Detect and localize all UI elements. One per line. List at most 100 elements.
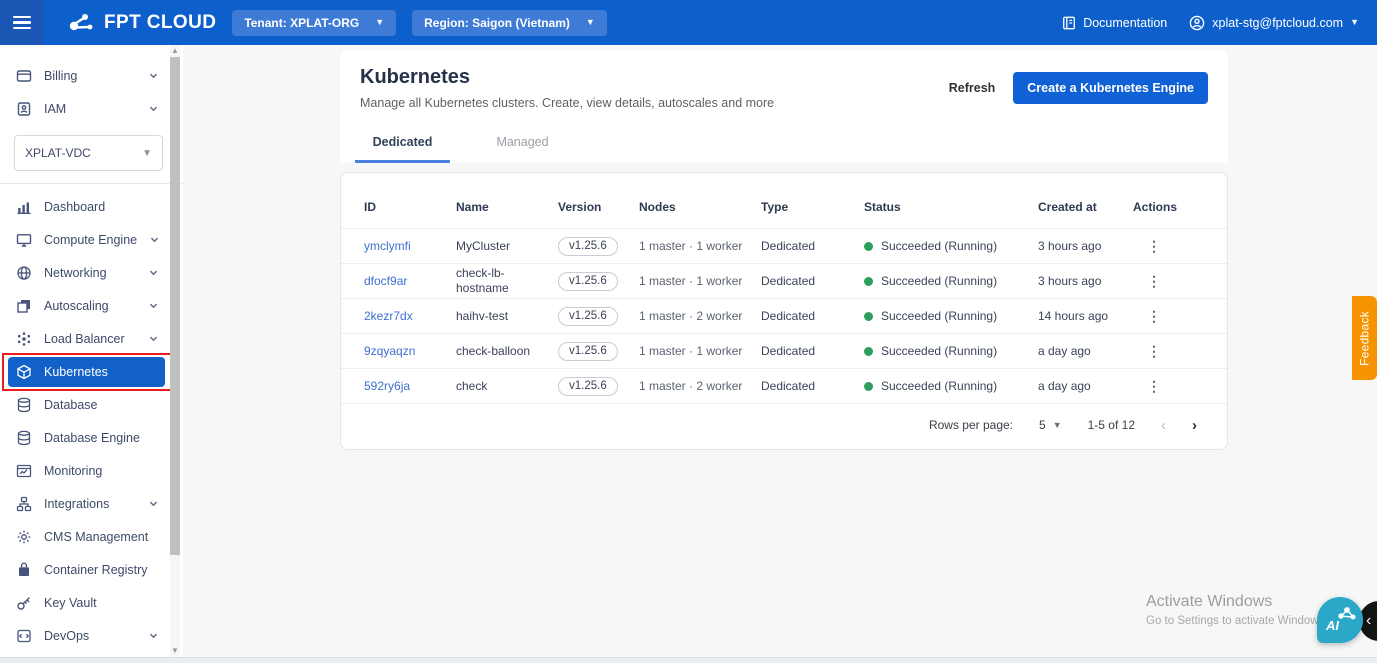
- gear-icon: [16, 529, 32, 545]
- scroll-up-icon[interactable]: ▲: [170, 46, 180, 56]
- sidebar-item-label: Networking: [44, 265, 107, 280]
- row-actions-menu-button[interactable]: ⋮: [1147, 344, 1161, 358]
- cluster-nodes: 1 master · 2 worker: [639, 379, 743, 393]
- next-page-button[interactable]: ›: [1192, 417, 1197, 434]
- sidebar-item-cms-management[interactable]: CMS Management: [8, 520, 165, 553]
- column-header-nodes: Nodes: [639, 199, 676, 214]
- sidebar-item-load-balancer[interactable]: Load Balancer: [8, 322, 165, 355]
- fpt-ai-chat-widget[interactable]: AI: [1317, 597, 1363, 643]
- region-selector[interactable]: Region: Saigon (Vietnam) ▼: [412, 9, 607, 36]
- previous-page-button[interactable]: ‹: [1161, 417, 1166, 434]
- status-dot-icon: [864, 276, 873, 286]
- top-header: FPT CLOUD Tenant: XPLAT-ORG ▼ Region: Sa…: [0, 0, 1377, 45]
- scroll-down-icon[interactable]: ▼: [170, 646, 180, 656]
- sidebar-item-label: Database: [44, 397, 98, 412]
- cluster-id-link[interactable]: dfocf9ar: [364, 274, 456, 288]
- user-menu[interactable]: xplat-stg@fptcloud.com ▼: [1189, 15, 1359, 31]
- sidebar-item-label: Database Engine: [44, 430, 140, 445]
- chevron-down-icon: ▼: [585, 17, 595, 27]
- status-badge: Succeeded (Running): [881, 309, 998, 323]
- created-at: a day ago: [1038, 379, 1091, 393]
- sidebar-item-monitoring[interactable]: Monitoring: [8, 454, 165, 487]
- chevron-down-icon: ▼: [1052, 420, 1062, 430]
- vdc-selector[interactable]: XPLAT-VDC ▼: [14, 135, 163, 171]
- sidebar-item-label: DevOps: [44, 628, 90, 643]
- sidebar-scrollbar[interactable]: ▲ ▼: [170, 45, 180, 657]
- feedback-tab[interactable]: Feedback: [1352, 296, 1377, 380]
- topbar-right: Documentation xplat-stg@fptcloud.com ▼: [1062, 15, 1359, 31]
- sidebar-item-key-vault[interactable]: Key Vault: [8, 586, 165, 619]
- cluster-id-link[interactable]: 9zqyaqzn: [364, 344, 456, 358]
- sidebar-item-label: Autoscaling: [44, 298, 109, 313]
- row-actions-menu-button[interactable]: ⋮: [1147, 309, 1161, 323]
- tab-managed[interactable]: Managed: [475, 135, 570, 163]
- cluster-type: Dedicated: [761, 309, 816, 323]
- sidebar-item-container-registry[interactable]: Container Registry: [8, 553, 165, 586]
- sidebar-item-dashboard[interactable]: Dashboard: [8, 190, 165, 223]
- menu-toggle-button[interactable]: [0, 0, 44, 45]
- cluster-id-link[interactable]: 2kezr7dx: [364, 309, 456, 323]
- sidebar-item-networking[interactable]: Networking: [8, 256, 165, 289]
- documentation-label: Documentation: [1083, 15, 1168, 30]
- refresh-button[interactable]: Refresh: [949, 81, 996, 95]
- column-header-actions: Actions: [1133, 199, 1178, 214]
- sidebar-item-devops[interactable]: DevOps: [8, 619, 165, 652]
- sidebar-item-label: CMS Management: [44, 529, 149, 544]
- chevron-down-icon: [148, 333, 159, 344]
- column-header-type: Type: [761, 199, 789, 214]
- sitemap-icon: [16, 496, 32, 512]
- node-cluster-icon: [16, 331, 32, 347]
- sidebar-item-autoscaling[interactable]: Autoscaling: [8, 289, 165, 322]
- version-badge: v1.25.6: [558, 236, 618, 256]
- created-at: 3 hours ago: [1038, 239, 1102, 253]
- fpt-cloud-logo: FPT CLOUD: [66, 10, 216, 36]
- rows-per-page-value: 5: [1039, 418, 1046, 432]
- activate-windows-line2: Go to Settings to activate Windows: [1146, 615, 1325, 627]
- sidebar-item-integrations[interactable]: Integrations: [8, 487, 165, 520]
- pagination: Rows per page: 5 ▼ 1-5 of 12 ‹ ›: [341, 404, 1227, 446]
- chevron-down-icon: ▼: [142, 147, 152, 159]
- monitoring-window-icon: [16, 463, 32, 479]
- chevron-left-icon: ‹: [1366, 612, 1372, 629]
- layers-icon: [16, 298, 32, 314]
- row-actions-menu-button[interactable]: ⋮: [1147, 274, 1161, 288]
- horizontal-scrollbar[interactable]: [0, 657, 1377, 663]
- sidebar-item-iam[interactable]: IAM: [8, 92, 165, 125]
- scrollbar-thumb[interactable]: [170, 57, 180, 555]
- sidebar-item-database-engine[interactable]: Database Engine: [8, 421, 165, 454]
- tab-dedicated[interactable]: Dedicated: [355, 135, 450, 163]
- row-actions-menu-button[interactable]: ⋮: [1147, 239, 1161, 253]
- status-badge: Succeeded (Running): [881, 379, 998, 393]
- cluster-type: Dedicated: [761, 274, 816, 288]
- create-kubernetes-engine-button[interactable]: Create a Kubernetes Engine: [1013, 72, 1208, 104]
- cluster-id-link[interactable]: 592ry6ja: [364, 379, 456, 393]
- sidebar-item-compute-engine[interactable]: Compute Engine: [8, 223, 165, 256]
- table-row: 2kezr7dx haihv-test v1.25.6 1 master · 2…: [341, 299, 1227, 334]
- region-label: Region: Saigon (Vietnam): [424, 15, 570, 30]
- chevron-down-icon: [148, 70, 159, 81]
- chevron-down-icon: [148, 630, 159, 641]
- tenant-selector[interactable]: Tenant: XPLAT-ORG ▼: [232, 9, 397, 36]
- rows-per-page-select[interactable]: 5 ▼: [1039, 418, 1062, 432]
- row-actions-menu-button[interactable]: ⋮: [1147, 379, 1161, 393]
- version-badge: v1.25.6: [558, 376, 618, 396]
- status-badge: Succeeded (Running): [881, 274, 998, 288]
- cluster-type: Dedicated: [761, 239, 816, 253]
- cluster-id-link[interactable]: ymclymfi: [364, 239, 456, 253]
- table-header-row: ID Name Version Nodes Type Status Create…: [341, 185, 1227, 229]
- sidebar-item-billing[interactable]: Billing: [8, 59, 165, 92]
- bar-chart-icon: [16, 199, 32, 215]
- table-row: 592ry6ja check v1.25.6 1 master · 2 work…: [341, 369, 1227, 404]
- page-title: Kubernetes: [360, 66, 471, 88]
- sidebar-item-kubernetes[interactable]: Kubernetes: [2, 353, 173, 391]
- sidebar-item-label: Integrations: [44, 496, 110, 511]
- svg-text:AI: AI: [1325, 618, 1339, 633]
- documentation-link[interactable]: Documentation: [1062, 16, 1167, 30]
- devops-terminal-icon: [16, 628, 32, 644]
- sidebar-item-database[interactable]: Database: [8, 388, 165, 421]
- created-at: 14 hours ago: [1038, 309, 1109, 323]
- page-range: 1-5 of 12: [1087, 418, 1135, 432]
- hamburger-icon: [13, 15, 31, 30]
- status-dot-icon: [864, 346, 873, 356]
- logo-text: FPT CLOUD: [104, 11, 217, 33]
